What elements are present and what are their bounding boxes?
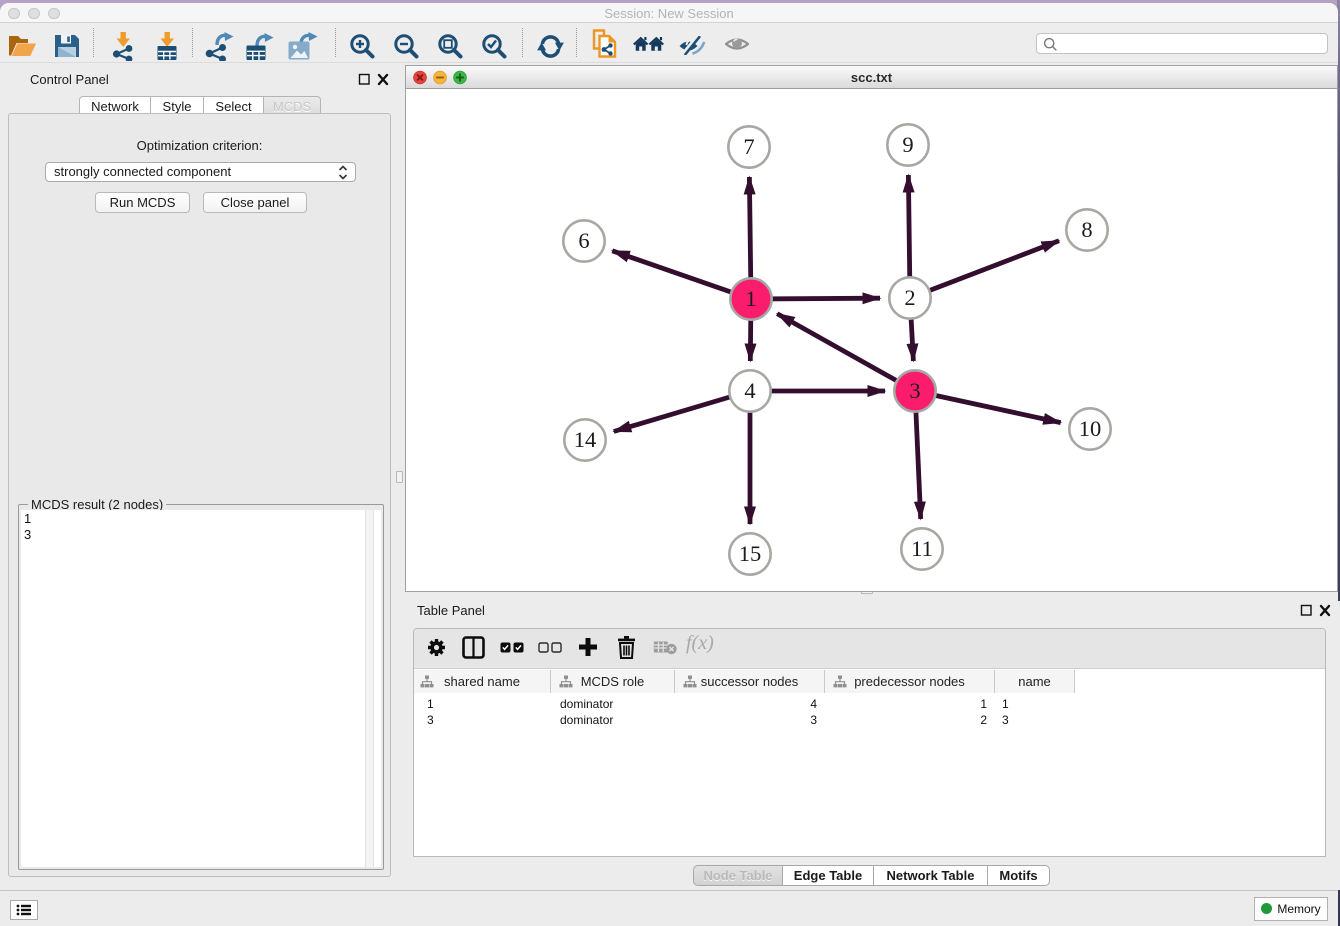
- svg-text:11: 11: [911, 536, 933, 561]
- svg-text:14: 14: [574, 427, 597, 452]
- svg-text:9: 9: [902, 132, 913, 157]
- svg-text:15: 15: [739, 541, 762, 566]
- svg-text:8: 8: [1081, 217, 1092, 242]
- svg-text:1: 1: [745, 286, 756, 311]
- svg-text:4: 4: [744, 378, 755, 403]
- svg-text:3: 3: [909, 378, 920, 403]
- svg-text:7: 7: [743, 134, 754, 159]
- svg-text:6: 6: [578, 228, 589, 253]
- svg-text:2: 2: [904, 285, 915, 310]
- svg-text:10: 10: [1079, 416, 1102, 441]
